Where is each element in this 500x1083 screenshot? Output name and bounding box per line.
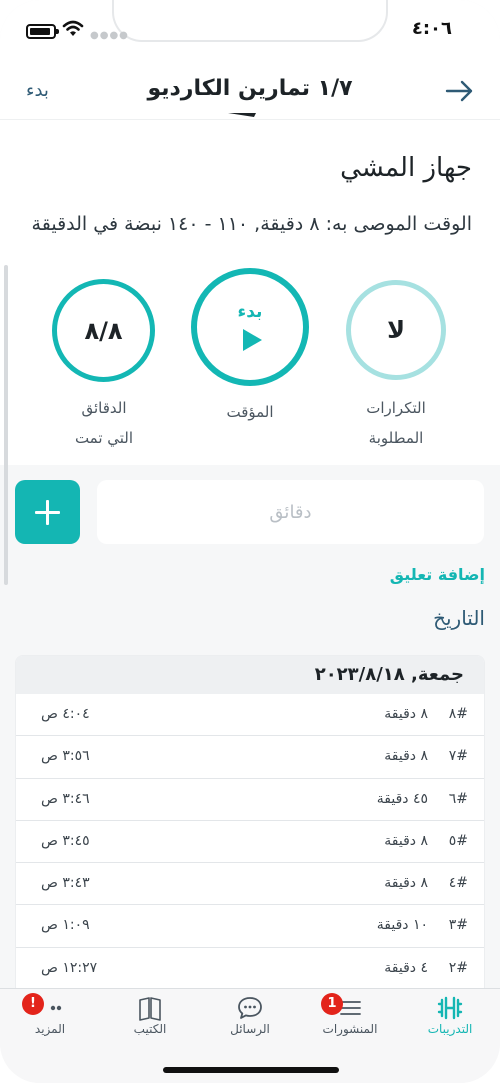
recommended-text: الوقت الموصى به: ٨ دقيقة, ١١٠ - ١٤٠ نبضة… bbox=[31, 213, 472, 235]
tab-more[interactable]: ! المزيد bbox=[5, 989, 95, 1049]
row-duration: ١٠ دقيقة bbox=[376, 917, 428, 934]
row-duration: ٤٥ دقيقة bbox=[376, 790, 428, 807]
posts-badge: 1 bbox=[321, 993, 343, 1015]
row-number: #٧ bbox=[448, 748, 468, 765]
required-reps-circle: لا bbox=[346, 280, 446, 380]
history-date-header: جمعة, ٢٠٢٣/٨/١٨ bbox=[16, 656, 484, 694]
completed-minutes-circle: ٨/٨ bbox=[52, 279, 155, 382]
history-title: التاريخ bbox=[433, 606, 485, 630]
row-number: #٥ bbox=[448, 832, 468, 849]
timer-start-label: بدء bbox=[237, 302, 263, 322]
tab-messages[interactable]: الرسائل bbox=[205, 989, 295, 1049]
caret-icon bbox=[228, 113, 256, 117]
nav-header: ١/٧ تمارين الكارديو بدء bbox=[0, 62, 500, 120]
row-time: ٣:٤٣ ص bbox=[41, 875, 90, 892]
row-number: #٤ bbox=[448, 875, 468, 892]
caption-line: المطلوبة bbox=[368, 429, 424, 447]
screen: ●●●● ٤:٠٦ ١/٧ تمارين الكارديو بدء جهاز ا… bbox=[0, 0, 500, 1083]
book-icon bbox=[139, 997, 161, 1021]
completed-minutes-value: ٨/٨ bbox=[84, 316, 123, 345]
history-row[interactable]: #٤ ٨ دقيقة ٣:٤٣ ص bbox=[16, 863, 484, 906]
minutes-input[interactable] bbox=[97, 480, 484, 544]
row-time: ٤:٠٤ ص bbox=[41, 706, 90, 722]
caption-line: المؤقت bbox=[226, 403, 274, 421]
history-row[interactable]: #٦ ٤٥ دقيقة ٣:٤٦ ص bbox=[16, 779, 484, 821]
row-time: ١:٠٩ ص bbox=[41, 917, 90, 934]
row-duration: ٨ دقيقة bbox=[384, 706, 428, 722]
tab-label: الكتيب bbox=[133, 1022, 167, 1036]
history-row[interactable]: #٨ ٨ دقيقة ٤:٠٤ ص bbox=[16, 694, 484, 737]
status-time: ٤:٠٦ bbox=[411, 18, 452, 39]
row-number: #٢ bbox=[448, 959, 468, 976]
dumbbell-icon bbox=[437, 996, 463, 1020]
add-minutes-button[interactable] bbox=[15, 480, 80, 544]
row-time: ١٢:٢٧ ص bbox=[41, 959, 98, 976]
required-reps-caption: التكرارات المطلوبة bbox=[336, 393, 456, 453]
device-notch bbox=[112, 0, 388, 42]
tab-posts[interactable]: 1 المنشورات bbox=[305, 989, 395, 1049]
tab-label: المزيد bbox=[34, 1022, 66, 1036]
page-title: ١/٧ تمارين الكارديو bbox=[147, 76, 353, 101]
status-bar: ●●●● ٤:٠٦ bbox=[0, 0, 500, 62]
row-duration: ٨ دقيقة bbox=[384, 832, 428, 849]
caption-line: الدقائق bbox=[81, 399, 127, 417]
more-badge: ! bbox=[22, 993, 44, 1015]
row-number: #٦ bbox=[448, 790, 468, 807]
required-reps-value: لا bbox=[387, 316, 405, 344]
add-comment-link[interactable]: إضافة تعليق bbox=[390, 565, 485, 584]
row-time: ٣:٤٦ ص bbox=[41, 790, 90, 807]
row-number: #٣ bbox=[448, 917, 468, 934]
tab-label: التدريبات bbox=[427, 1022, 473, 1036]
signal-icon: ●●●● bbox=[90, 30, 129, 41]
row-duration: ٨ دقيقة bbox=[384, 875, 428, 892]
row-duration: ٤ دقيقة bbox=[384, 959, 428, 976]
history-row[interactable]: #٥ ٨ دقيقة ٣:٤٥ ص bbox=[16, 821, 484, 864]
tab-label: الرسائل bbox=[230, 1022, 270, 1036]
history-row[interactable]: #٢ ٤ دقيقة ١٢:٢٧ ص bbox=[16, 948, 484, 991]
history-row[interactable]: #٧ ٨ دقيقة ٣:٥٦ ص bbox=[16, 736, 484, 779]
history-table: جمعة, ٢٠٢٣/٨/١٨ #٨ ٨ دقيقة ٤:٠٤ ص #٧ ٨ د… bbox=[15, 655, 485, 995]
wifi-icon bbox=[62, 20, 84, 36]
play-icon bbox=[243, 329, 262, 351]
row-time: ٣:٤٥ ص bbox=[41, 832, 90, 849]
tab-label: المنشورات bbox=[322, 1022, 378, 1036]
tab-book[interactable]: الكتيب bbox=[105, 989, 195, 1049]
completed-minutes-caption: الدقائق التي تمت bbox=[44, 393, 164, 453]
header-start-button[interactable]: بدء bbox=[26, 80, 49, 101]
battery-icon bbox=[26, 24, 59, 39]
row-duration: ٨ دقيقة bbox=[384, 748, 428, 765]
history-row[interactable]: #٣ ١٠ دقيقة ١:٠٩ ص bbox=[16, 905, 484, 948]
row-time: ٣:٥٦ ص bbox=[41, 748, 90, 765]
timer-button[interactable]: بدء bbox=[191, 268, 309, 386]
tab-workouts[interactable]: التدريبات bbox=[405, 989, 495, 1049]
timer-caption: المؤقت bbox=[190, 397, 310, 427]
scroll-indicator[interactable] bbox=[4, 265, 8, 585]
caption-line: التي تمت bbox=[74, 429, 134, 447]
home-indicator bbox=[163, 1067, 339, 1073]
caption-line: التكرارات bbox=[366, 399, 426, 417]
row-number: #٨ bbox=[448, 706, 468, 722]
exercise-name: جهاز المشي bbox=[340, 153, 472, 183]
chat-bubble-icon bbox=[238, 997, 262, 1019]
